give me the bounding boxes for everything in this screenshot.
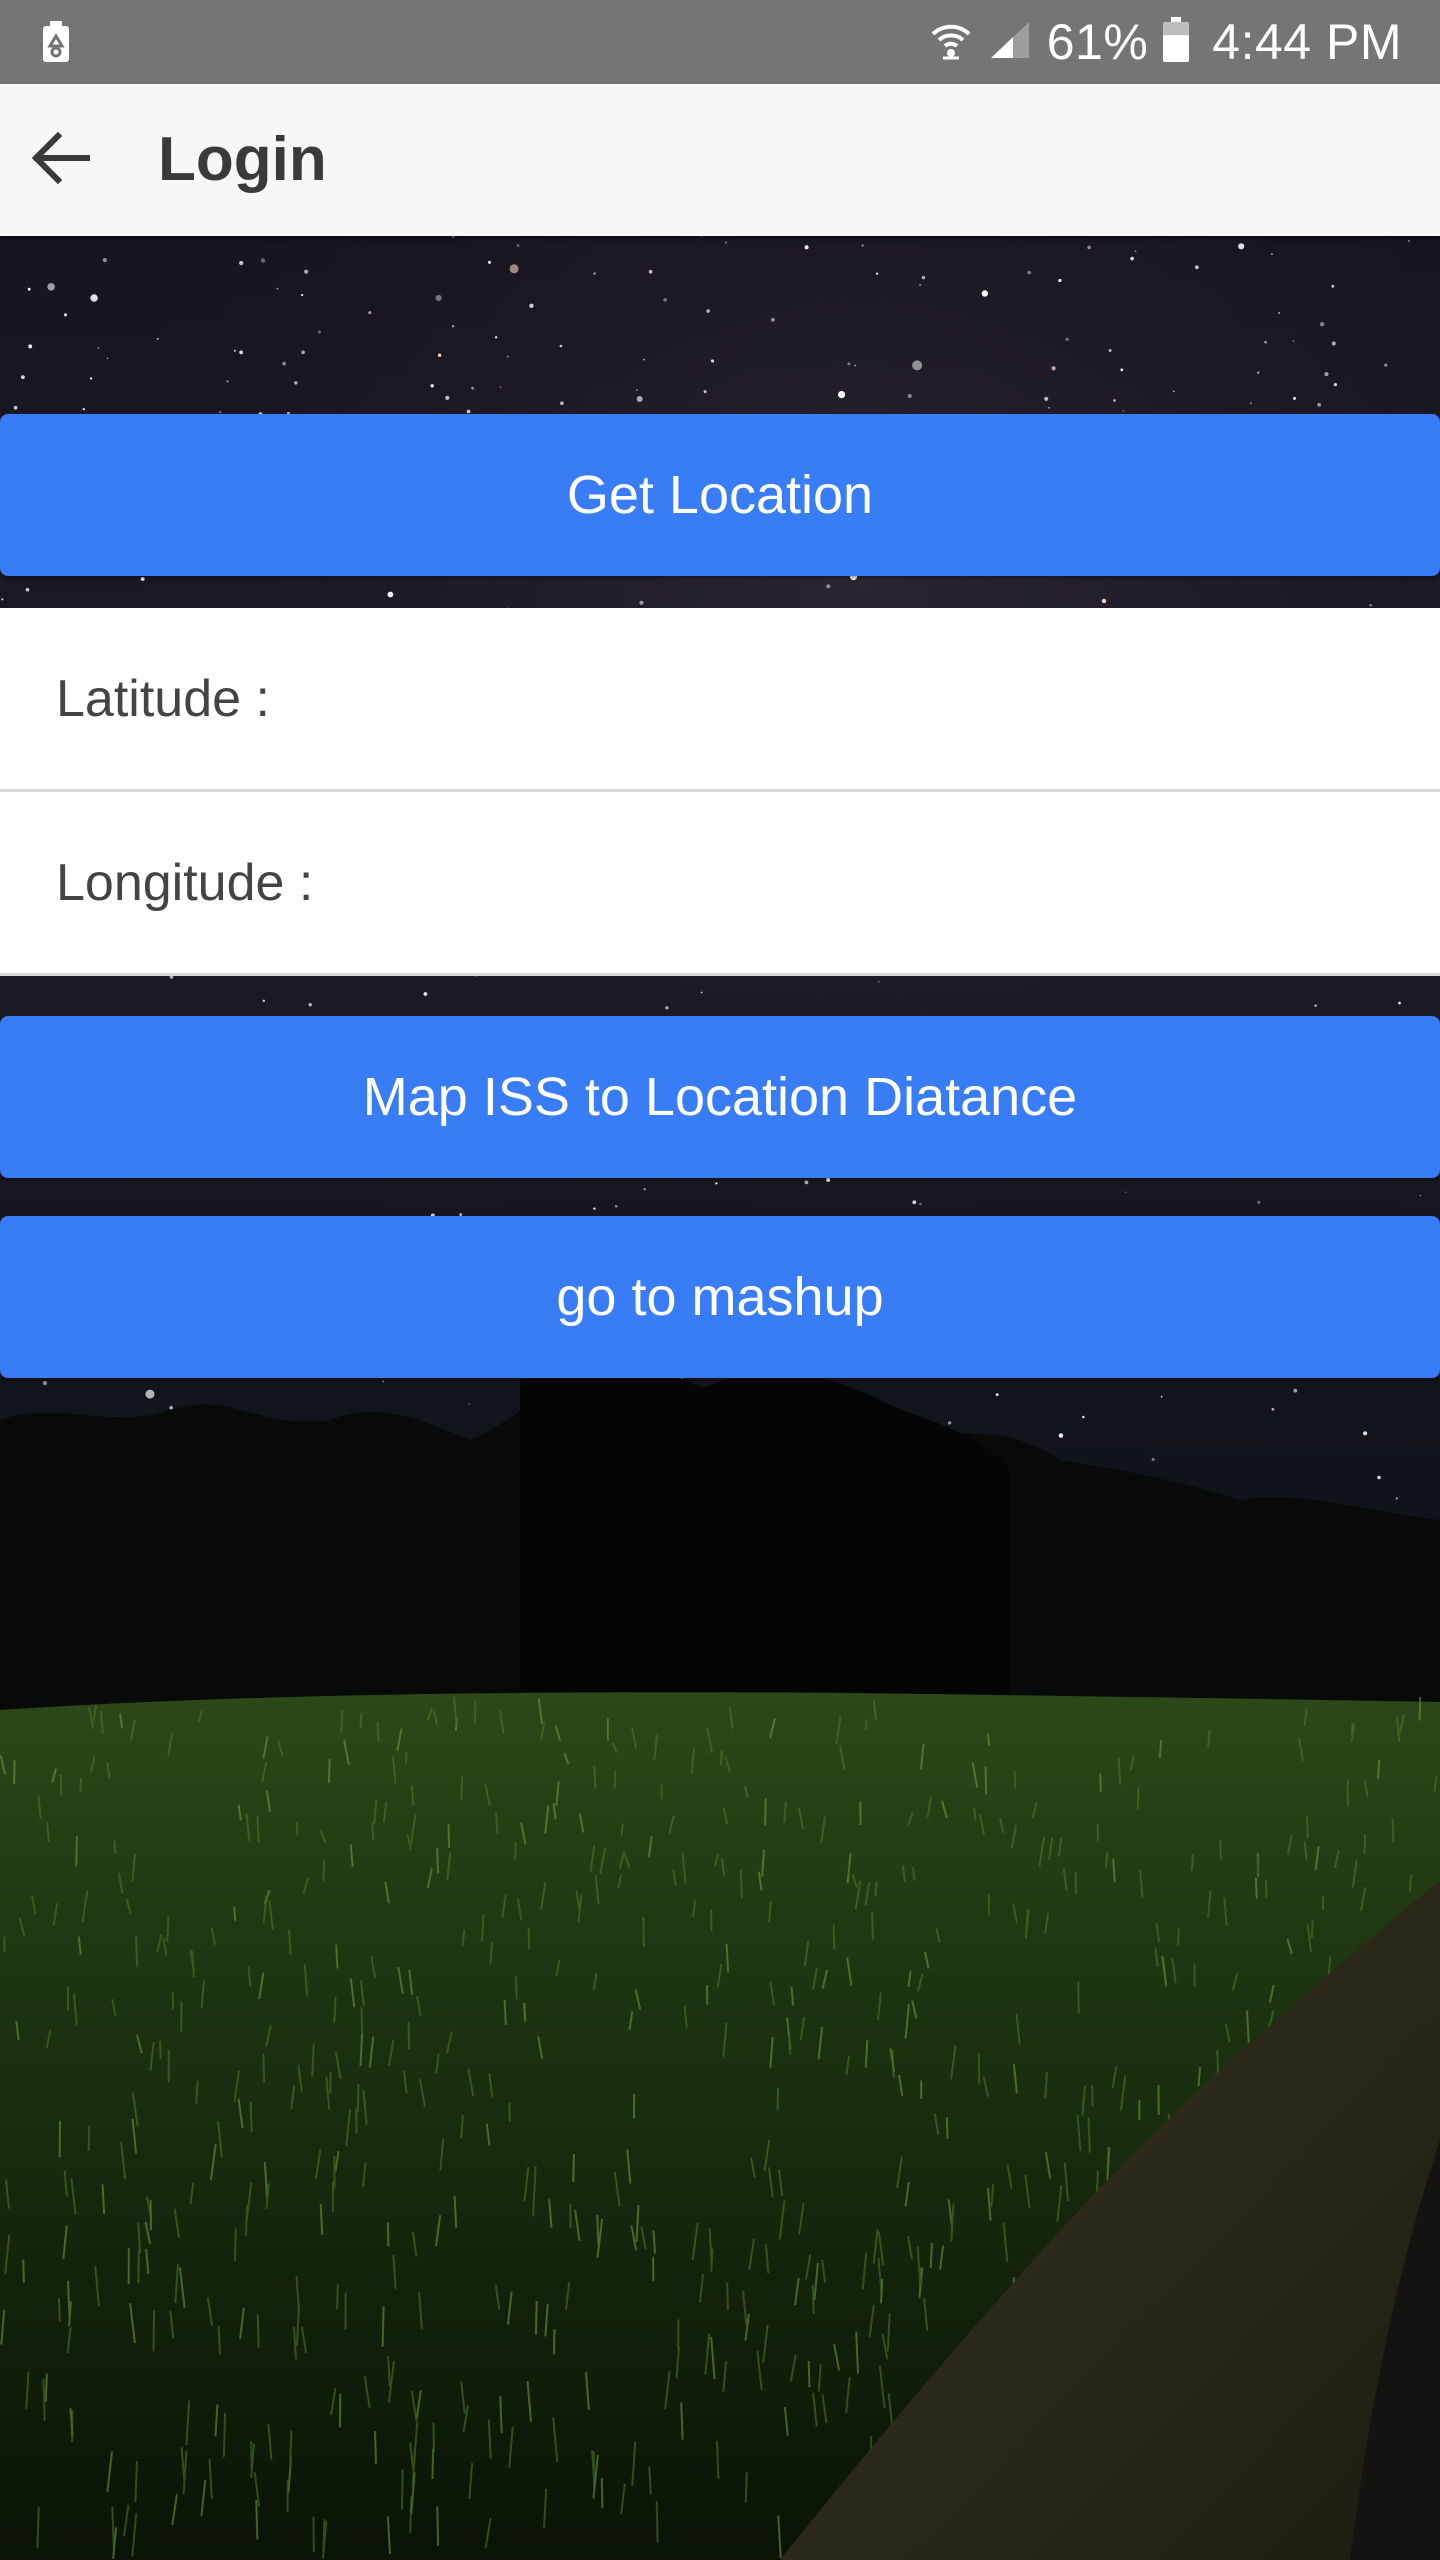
longitude-label: Longitude : <box>56 853 314 912</box>
get-location-button[interactable]: Get Location <box>0 414 1440 576</box>
coordinates-panel: Latitude : Longitude : <box>0 608 1440 976</box>
map-iss-distance-button[interactable]: Map ISS to Location Diatance <box>0 1016 1440 1178</box>
arrow-back-icon <box>29 131 91 190</box>
latitude-row: Latitude : <box>0 608 1440 792</box>
status-bar: 61% 4:44 PM <box>0 0 1440 84</box>
page-title: Login <box>158 125 327 194</box>
back-button[interactable] <box>24 124 96 196</box>
battery-icon <box>1162 16 1190 68</box>
battery-percentage: 61% <box>1046 14 1149 70</box>
cellular-signal-icon <box>987 18 1033 67</box>
status-indicators: 61% 4:44 PM <box>929 0 1402 84</box>
go-to-mashup-button[interactable]: go to mashup <box>0 1216 1440 1378</box>
longitude-row: Longitude : <box>0 792 1440 976</box>
app-bar: Login <box>0 84 1440 236</box>
status-time: 4:44 PM <box>1212 14 1402 70</box>
wifi-icon <box>929 18 973 67</box>
latitude-label: Latitude : <box>56 669 270 728</box>
recycle-icon <box>40 20 72 64</box>
